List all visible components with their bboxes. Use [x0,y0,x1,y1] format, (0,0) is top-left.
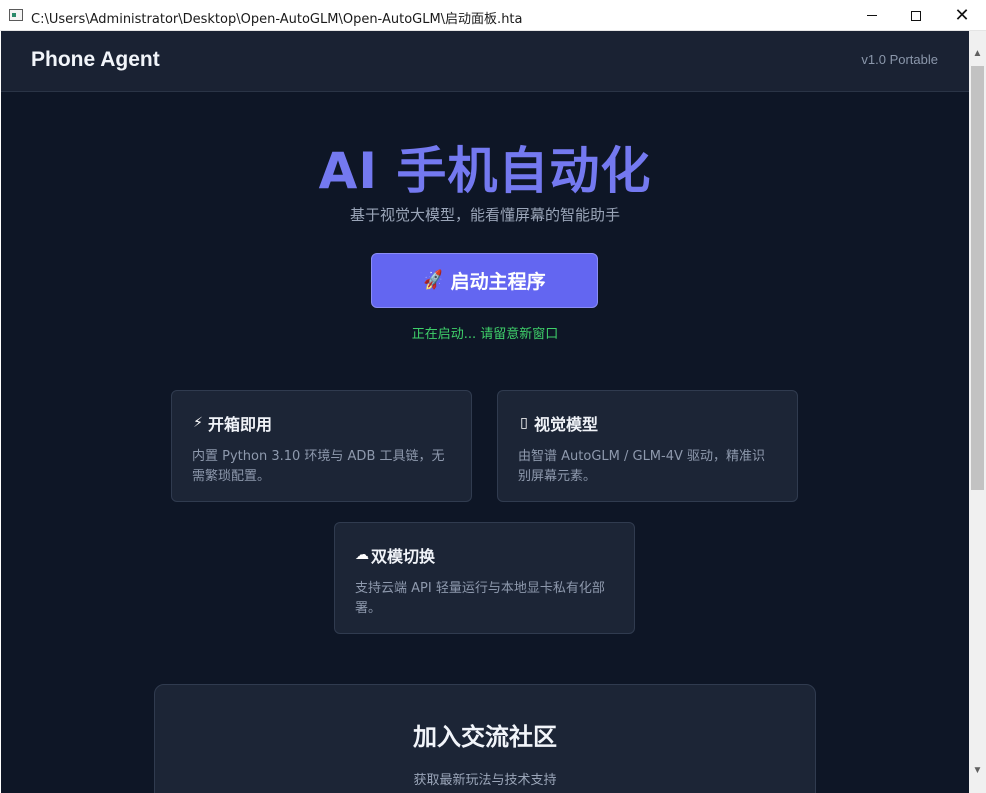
app-icon [9,9,23,21]
feature-card-title: ☁ 双模切换 [355,543,614,567]
rocket-icon: 🚀 [421,268,447,293]
app-header: Phone Agent v1.0 Portable [1,31,969,92]
feature-title-text: 视觉模型 [534,415,599,434]
vertical-scrollbar[interactable]: ▲ ▼ [969,31,986,793]
community-title: 加入交流社区 [413,723,557,751]
feature-card-dual-mode: ☁ 双模切换 支持云端 API 轻量运行与本地显卡私有化部署。 [334,522,635,634]
hero-subtitle: 基于视觉大模型，能看懂屏幕的智能助手 [349,206,620,224]
minimize-button[interactable] [849,0,895,31]
chevron-down-icon: ▼ [972,765,983,776]
close-icon: ✕ [954,4,970,26]
minimize-icon [867,15,877,16]
window-title-bar: C:\Users\Administrator\Desktop\Open-Auto… [0,0,986,31]
window-title: C:\Users\Administrator\Desktop\Open-Auto… [31,12,523,27]
feature-card-desc: 内置 Python 3.10 环境与 ADB 工具链，无需繁琐配置。 [192,449,445,484]
close-button[interactable]: ✕ [939,0,985,31]
feature-title-text: 双模切换 [371,547,436,566]
launch-main-program-button[interactable]: 🚀 启动主程序 [371,253,598,308]
launch-button-label: 启动主程序 [450,271,546,293]
chevron-up-icon: ▲ [972,48,983,59]
feature-title-text: 开箱即用 [208,415,273,434]
maximize-button[interactable] [893,0,939,31]
feature-card-desc: 由智谱 AutoGLM / GLM-4V 驱动，精准识别屏幕元素。 [518,449,766,484]
scroll-thumb[interactable] [971,66,984,490]
feature-card-title: ▯ 视觉模型 [518,411,777,435]
community-subtitle: 获取最新玩法与技术支持 [413,773,557,788]
lightning-icon: ⚡ [193,415,203,431]
maximize-icon [911,10,921,21]
cloud-icon: ☁ [355,547,369,563]
scroll-up-button[interactable]: ▲ [969,45,986,62]
feature-card-title: ⚡ 开箱即用 [192,411,451,435]
feature-card-vision-model: ▯ 视觉模型 由智谱 AutoGLM / GLM-4V 驱动，精准识别屏幕元素。 [497,390,798,502]
community-section: 加入交流社区 获取最新玩法与技术支持 [154,684,816,793]
brand-title: Phone Agent [31,48,160,71]
eye-icon: ▯ [520,415,528,431]
version-label: v1.0 Portable [861,52,938,67]
launch-status-text: 正在启动... 请留意新窗口 [411,327,559,342]
feature-card-desc: 支持云端 API 轻量运行与本地显卡私有化部署。 [355,581,605,616]
feature-card-out-of-box: ⚡ 开箱即用 内置 Python 3.10 环境与 ADB 工具链，无需繁琐配置… [171,390,472,502]
scroll-down-button[interactable]: ▼ [969,762,986,779]
app-content: Phone Agent v1.0 Portable AI 手机自动化 基于视觉大… [1,31,969,793]
hero-title: AI 手机自动化 [318,142,652,200]
